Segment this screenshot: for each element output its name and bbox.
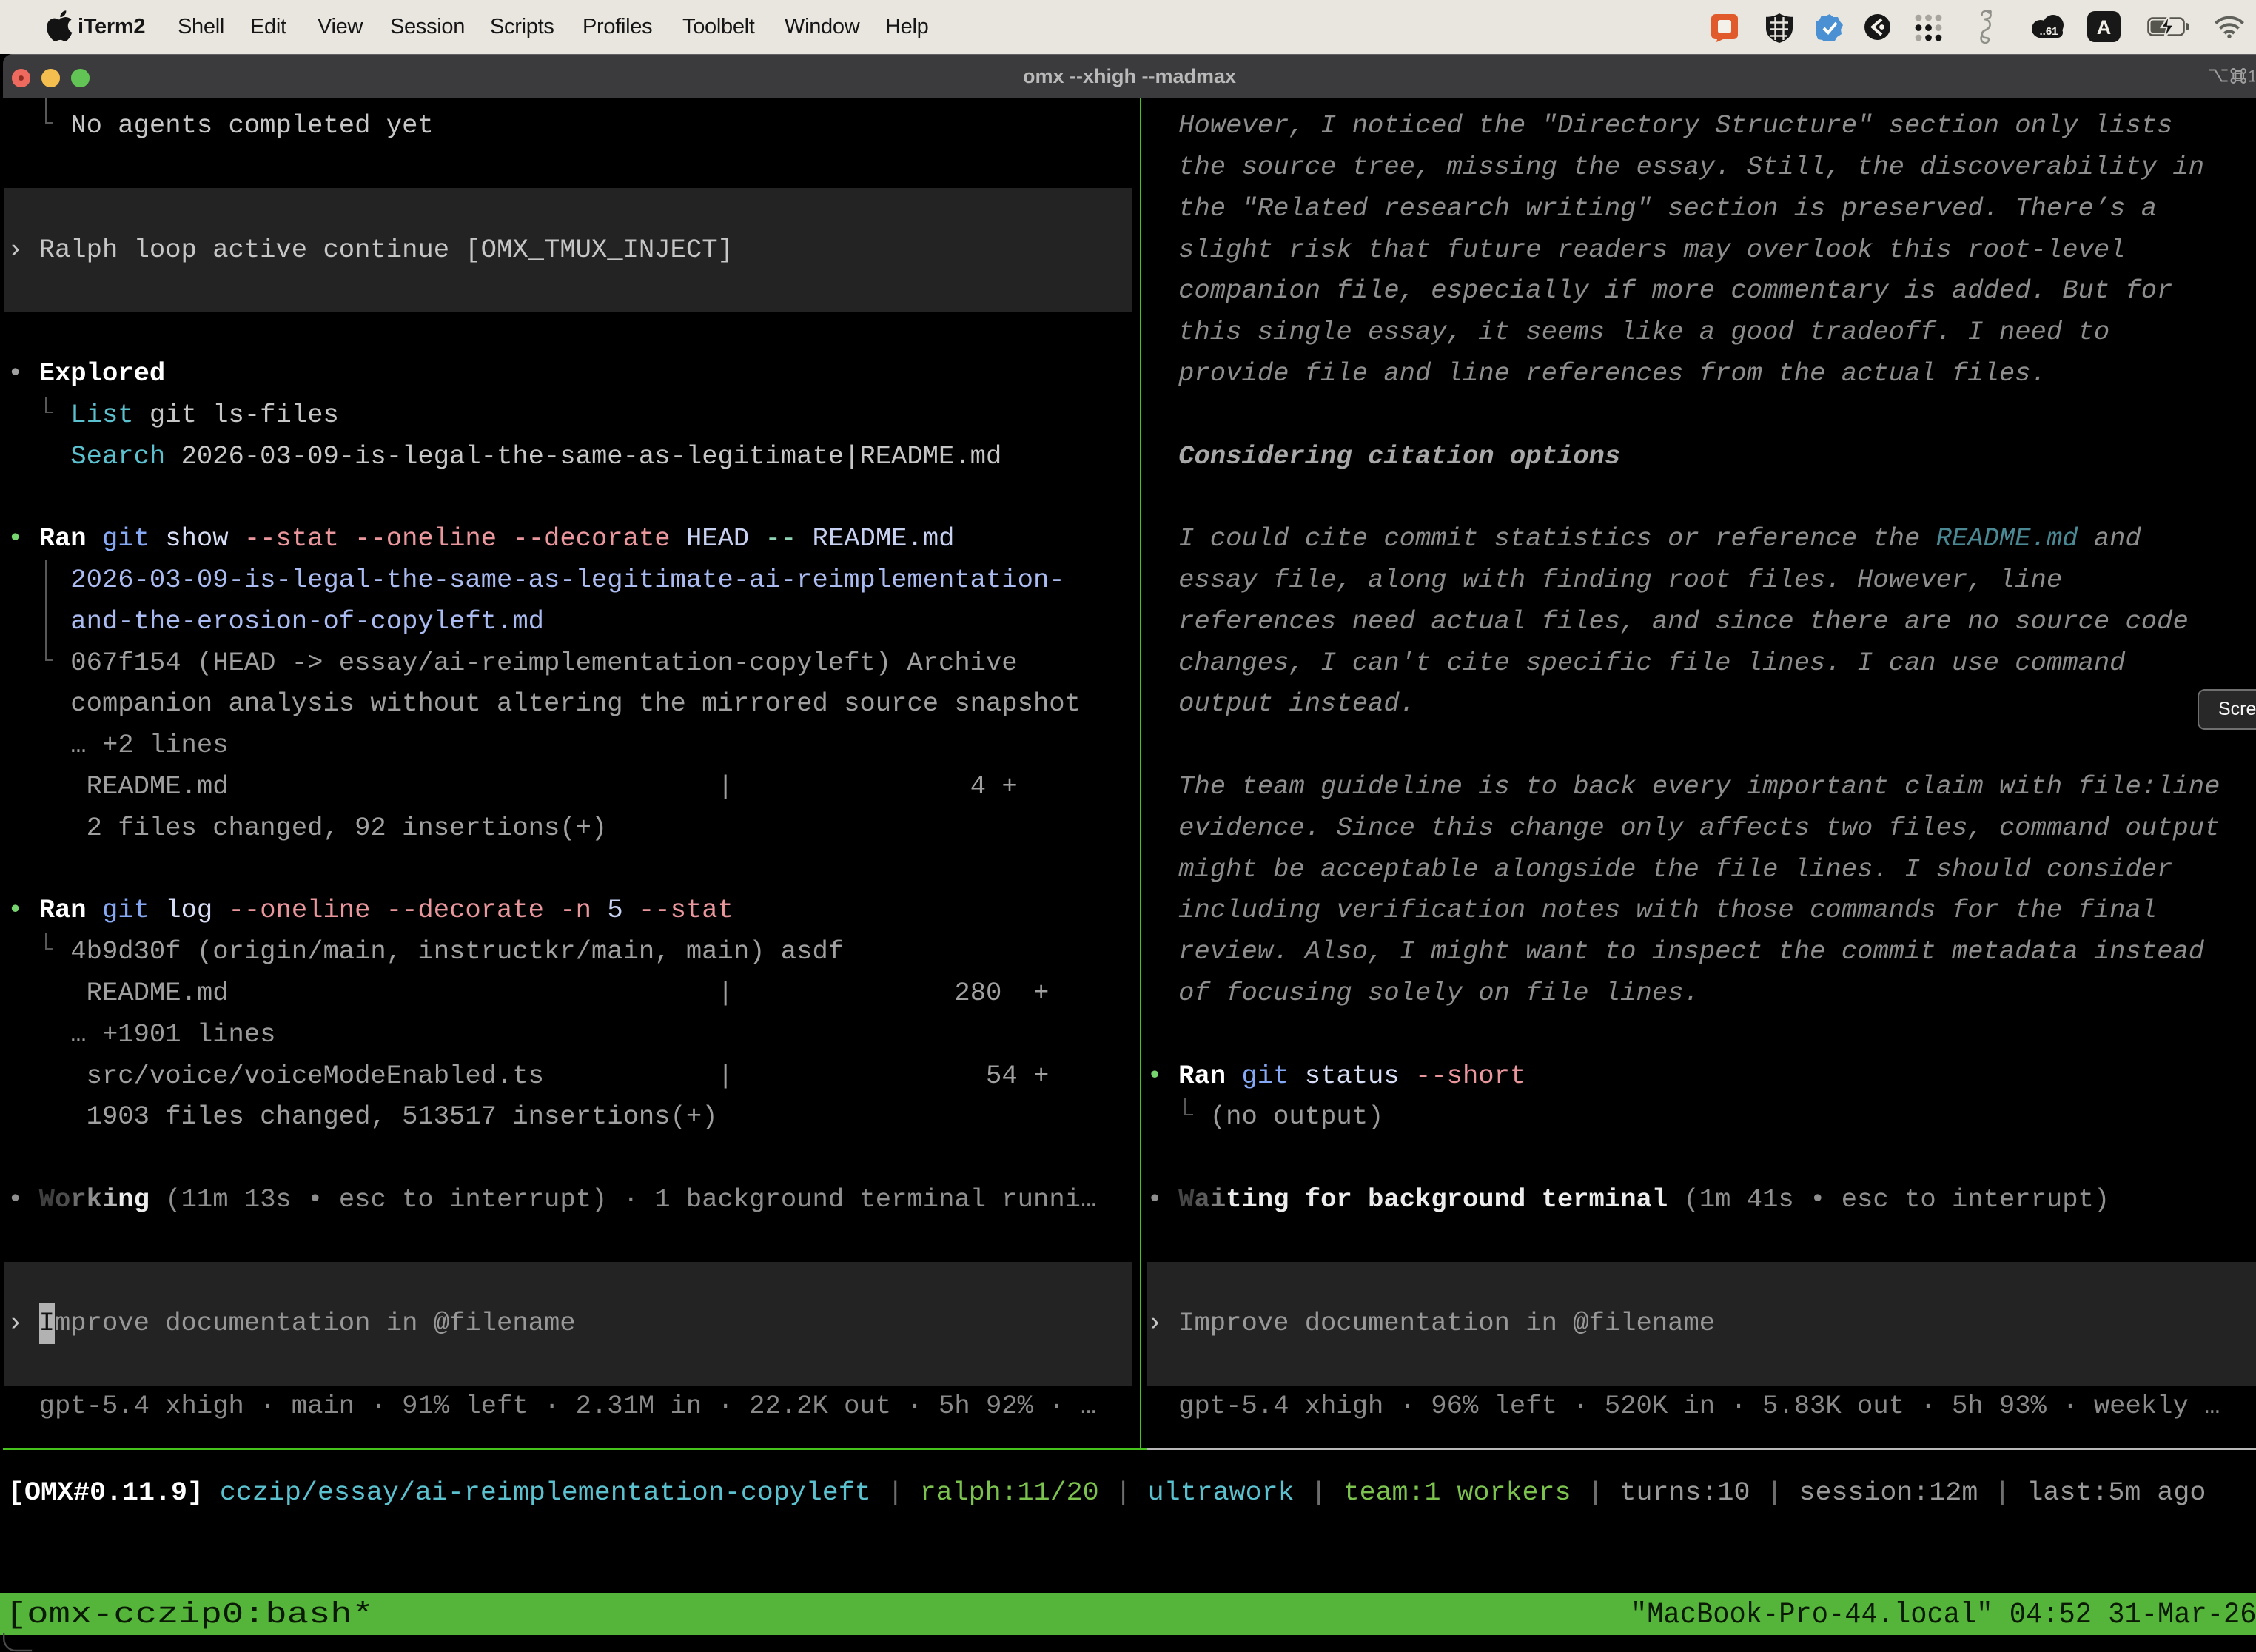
svg-text:..61: ..61 (2039, 25, 2058, 38)
svg-text:1: 1 (2248, 67, 2255, 86)
svg-text:A: A (2097, 16, 2112, 38)
